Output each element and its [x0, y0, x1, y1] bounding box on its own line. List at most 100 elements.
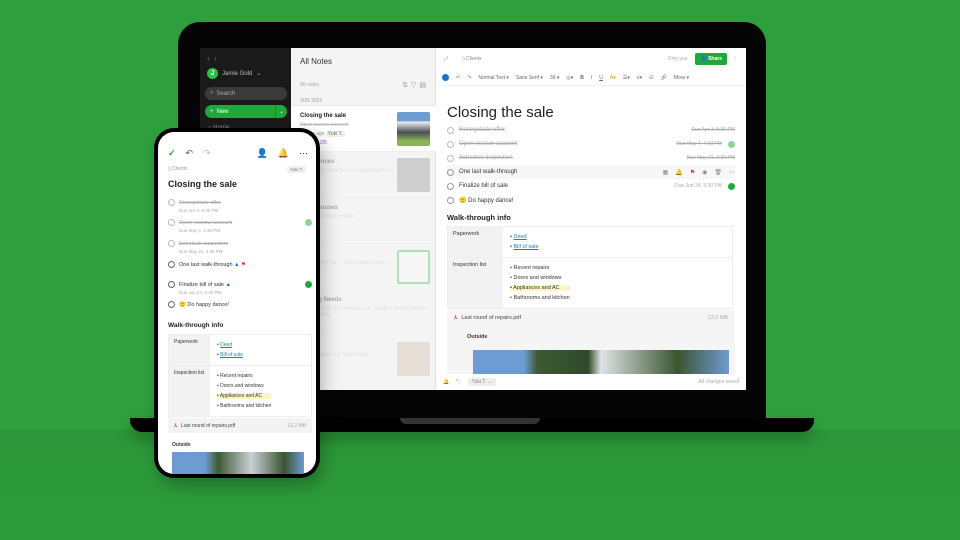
task-checkbox[interactable]: [168, 301, 175, 308]
redo-icon[interactable]: ↷: [203, 148, 211, 159]
task-checkbox[interactable]: [447, 168, 454, 176]
task-item[interactable]: Renegotiate offer Due Apr 3, 5:30 PM: [447, 123, 735, 137]
font-size-dropdown[interactable]: 30 ▾: [550, 75, 559, 81]
list-text: Appliances and AC: [219, 393, 263, 399]
more-icon[interactable]: ⋯: [299, 148, 308, 159]
sort-icon[interactable]: ⇅: [402, 82, 411, 89]
task-checkbox[interactable]: [447, 126, 454, 134]
expand-icon[interactable]: ⤢: [444, 56, 448, 62]
bell-icon[interactable]: 🔔: [675, 169, 682, 176]
note-tag: Yuki T.: [325, 131, 345, 137]
task-checkbox[interactable]: [168, 219, 175, 226]
task-item[interactable]: 🙂 Do happy dance!: [168, 301, 312, 308]
link[interactable]: Bill of sale: [220, 352, 243, 358]
attachment-name: Last round of repairs.pdf: [461, 315, 521, 321]
note-title[interactable]: Closing the sale: [447, 104, 554, 121]
font-dropdown[interactable]: Sans Serif ▾: [516, 75, 543, 81]
task-item[interactable]: Open escrow account Due May 4, 4:30 PM: [168, 219, 312, 233]
flag-icon[interactable]: ⚑: [690, 169, 695, 176]
bullet-list-icon[interactable]: ☰▾: [623, 75, 630, 81]
task-item[interactable]: Renegotiate offer Due Apr 3, 5:30 PM: [168, 199, 312, 213]
task-checkbox[interactable]: [168, 281, 175, 288]
link-icon[interactable]: 🔗: [661, 75, 667, 81]
reminder-bell-icon[interactable]: 🔔: [278, 148, 289, 159]
user-name: Jamie Gold: [222, 70, 253, 77]
forward-icon[interactable]: ›: [214, 54, 217, 63]
undo-icon[interactable]: ↶: [456, 75, 460, 81]
bell-icon: ▲: [234, 261, 240, 268]
checklist-icon[interactable]: ☑: [649, 75, 653, 81]
task-item[interactable]: One last walk-through ▲ ⚑: [168, 261, 312, 268]
list-item[interactable]: • Deed: [217, 342, 243, 348]
delete-icon[interactable]: 🗑: [714, 169, 722, 176]
more-options-icon[interactable]: ⋮: [733, 56, 738, 62]
task-item[interactable]: Open escrow account Due May 4, 4:30 PM: [447, 137, 735, 151]
task-checkbox[interactable]: [168, 240, 175, 247]
note-thumbnail: [397, 342, 430, 376]
task-item[interactable]: 🙂 Do happy dance!: [447, 193, 735, 207]
task-item[interactable]: Schedule inspection Due May 21, 2:30 PM: [168, 240, 312, 254]
new-options-chevron-icon[interactable]: ⌄: [275, 105, 287, 118]
back-icon[interactable]: ‹: [207, 54, 210, 63]
italic-icon[interactable]: I: [591, 75, 592, 81]
task-checkbox[interactable]: [447, 196, 454, 204]
pdf-attachment[interactable]: ⅄ Last round of repairs.pdf 13.2 MB: [168, 418, 312, 433]
pdf-attachment[interactable]: ⅄ Last round of repairs.pdf 13.2 MB Outs…: [447, 310, 735, 380]
notebook-breadcrumb[interactable]: ▯ Clients: [168, 166, 187, 172]
reminder-icon[interactable]: 🔔: [443, 379, 449, 385]
note-title[interactable]: Closing the sale: [168, 179, 237, 189]
background-shadow: [0, 430, 960, 540]
list-text: Recent repairs: [220, 373, 253, 379]
tag-icon[interactable]: 🏷: [455, 379, 461, 385]
undo-icon[interactable]: ↶: [186, 148, 194, 159]
insert-icon[interactable]: [442, 74, 449, 81]
link[interactable]: Bill of sale: [513, 244, 538, 250]
numbered-list-icon[interactable]: ≡▾: [637, 75, 642, 81]
new-note-button[interactable]: + New ⌄: [205, 105, 287, 118]
underline-icon[interactable]: U: [599, 75, 603, 81]
formatting-toolbar: ↶ ↷ Normal Text ▾ Sans Serif ▾ 30 ▾ ◎▾ B…: [436, 70, 746, 86]
assign-icon[interactable]: ◉: [702, 169, 707, 176]
more-label: More: [673, 74, 686, 81]
assignee-dropdown[interactable]: Yuki T. ⌄: [467, 378, 496, 386]
list-item[interactable]: • Deed: [510, 234, 539, 240]
note-list-title: All Notes: [300, 57, 333, 66]
chevron-down-icon: ⌄: [256, 71, 262, 77]
note-thumbnail: [397, 158, 430, 192]
task-checkbox[interactable]: [447, 140, 454, 148]
notebook-breadcrumb[interactable]: ▯ Clients: [462, 56, 481, 62]
done-check-icon[interactable]: ✓: [168, 148, 176, 159]
task-checkbox[interactable]: [447, 154, 454, 162]
task-item[interactable]: Schedule inspection Due May 21, 2:30 PM: [447, 151, 735, 165]
note-count: 86 notes: [300, 82, 320, 88]
link[interactable]: Deed: [513, 234, 526, 240]
list-item[interactable]: • Bill of sale: [510, 244, 539, 250]
redo-icon[interactable]: ↷: [467, 75, 471, 81]
task-checkbox[interactable]: [168, 261, 175, 268]
list-item: • Appliances and AC: [510, 285, 570, 291]
view-options-icon[interactable]: ▤: [419, 82, 429, 89]
task-row: Open escrow account: [168, 219, 312, 226]
calendar-icon[interactable]: ▦: [663, 169, 669, 176]
share-button[interactable]: 👤 Share: [695, 53, 727, 65]
color-picker-icon[interactable]: ◎▾: [566, 75, 573, 81]
text-style-dropdown[interactable]: Normal Text ▾: [478, 75, 509, 81]
task-checkbox[interactable]: [447, 182, 454, 190]
more-formatting-dropdown[interactable]: More ▾: [674, 75, 689, 81]
task-item[interactable]: Finalize bill of sale Due Jun 24, 5:30 PM: [447, 179, 735, 193]
task-checkbox[interactable]: [168, 199, 175, 206]
more-icon[interactable]: ⋯: [729, 169, 735, 176]
search-input[interactable]: ⌕ Search: [205, 87, 287, 100]
task-text: One last walk-through: [459, 169, 518, 175]
account-switcher[interactable]: J Jamie Gold ⌄: [207, 68, 261, 79]
highlight-icon[interactable]: A▾: [610, 75, 616, 81]
task-item[interactable]: One last walk-through ▦ 🔔 ⚑ ◉ 🗑 ⋯: [447, 165, 735, 179]
list-item[interactable]: • Bill of sale: [217, 352, 243, 358]
share-person-icon[interactable]: 👤: [257, 148, 268, 159]
link[interactable]: Deed: [220, 342, 232, 348]
history-nav[interactable]: ‹ ›: [207, 54, 217, 63]
task-due: Due May 4, 4:30 PM: [676, 141, 722, 147]
bold-icon[interactable]: B: [580, 75, 584, 81]
task-item[interactable]: Finalize bill of sale ▲ Due Jun 24, 5:30 …: [168, 281, 312, 295]
note-tag[interactable]: Yuki T.: [286, 166, 306, 173]
